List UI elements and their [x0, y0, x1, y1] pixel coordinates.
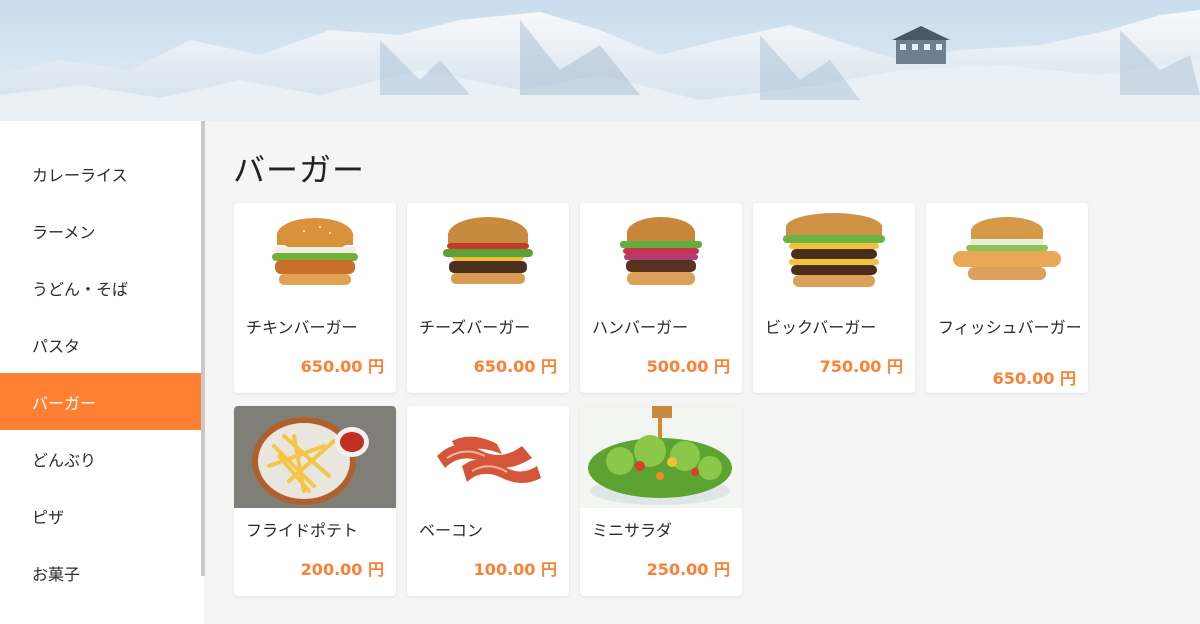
- hamburger-image: [580, 203, 742, 305]
- category-list: カレーライス ラーメン うどん・そば パスタ バーガー どんぶり ピザ お菓子: [0, 121, 204, 601]
- category-sidebar: カレーライス ラーメン うどん・そば パスタ バーガー どんぶり ピザ お菓子: [0, 121, 204, 624]
- sidebar-item-label: カレーライス: [32, 165, 128, 185]
- bacon-image: [407, 406, 569, 508]
- product-price: 100.00 円: [473, 560, 557, 579]
- sidebar-item-label: うどん・そば: [32, 279, 129, 299]
- sidebar-item-label: どんぶり: [32, 450, 97, 470]
- header-banner: [0, 0, 1200, 121]
- snowy-mountain-banner-image: [0, 0, 1200, 121]
- product-price: 200.00 円: [300, 560, 384, 579]
- product-card[interactable]: ハンバーガー 500.00 円: [580, 203, 742, 393]
- sidebar-item-ramen[interactable]: ラーメン: [0, 202, 201, 259]
- product-card[interactable]: ビックバーガー 750.00 円: [753, 203, 915, 393]
- product-card[interactable]: チキンバーガー 650.00 円: [234, 203, 396, 393]
- product-name: ビックバーガー: [765, 318, 877, 337]
- product-price: 750.00 円: [819, 357, 903, 376]
- main-content: バーガー チキンバーガー 650.00 円 チーズバーガー 650.00 円 ハ…: [205, 121, 1200, 624]
- product-name: チキンバーガー: [246, 318, 358, 337]
- product-card[interactable]: フィッシュバーガー 650.00 円: [926, 203, 1088, 393]
- sidebar-item-udon-soba[interactable]: うどん・そば: [0, 259, 201, 316]
- french-fries-image: [234, 406, 396, 508]
- product-price: 650.00 円: [473, 357, 557, 376]
- chicken-burger-image: [234, 203, 396, 305]
- product-card[interactable]: チーズバーガー 650.00 円: [407, 203, 569, 393]
- sidebar-item-burger[interactable]: バーガー: [0, 373, 201, 430]
- product-name: ベーコン: [419, 521, 484, 540]
- sidebar-item-pizza[interactable]: ピザ: [0, 487, 201, 544]
- product-name: フライドポテト: [246, 521, 359, 540]
- salad-image: [580, 406, 742, 508]
- big-burger-image: [753, 203, 915, 305]
- cheeseburger-image: [407, 203, 569, 305]
- page-title: バーガー: [233, 151, 366, 189]
- product-card[interactable]: ベーコン 100.00 円: [407, 406, 569, 596]
- product-price: 650.00 円: [992, 369, 1076, 388]
- product-name: チーズバーガー: [419, 318, 531, 337]
- product-card[interactable]: フライドポテト 200.00 円: [234, 406, 396, 596]
- sidebar-item-sweets[interactable]: お菓子: [0, 544, 201, 601]
- product-card[interactable]: ミニサラダ 250.00 円: [580, 406, 742, 596]
- sidebar-item-label: ラーメン: [32, 222, 96, 242]
- product-name: ミニサラダ: [592, 521, 673, 540]
- product-price: 250.00 円: [646, 560, 730, 579]
- product-price: 650.00 円: [300, 357, 384, 376]
- sidebar-item-label: パスタ: [32, 336, 81, 356]
- sidebar-item-pasta[interactable]: パスタ: [0, 316, 201, 373]
- product-name: フィッシュバーガー: [938, 318, 1082, 337]
- sidebar-item-donburi[interactable]: どんぶり: [0, 430, 201, 487]
- sidebar-item-label: ピザ: [32, 507, 65, 527]
- sidebar-item-label: お菓子: [32, 564, 81, 584]
- fish-burger-image: [926, 203, 1088, 305]
- product-name: ハンバーガー: [592, 318, 689, 337]
- sidebar-item-curry-rice[interactable]: カレーライス: [0, 145, 201, 202]
- sidebar-item-label: バーガー: [32, 393, 97, 413]
- product-price: 500.00 円: [646, 357, 730, 376]
